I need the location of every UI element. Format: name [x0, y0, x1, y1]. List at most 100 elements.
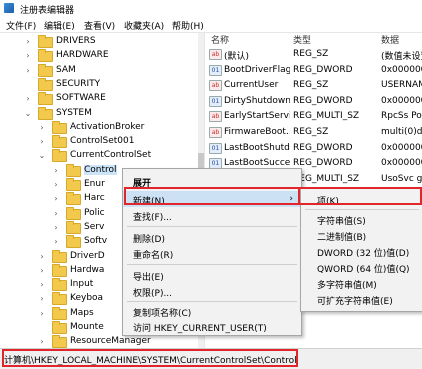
tree-node-label: Maps	[70, 307, 94, 318]
folder-icon	[52, 149, 67, 163]
value-row[interactable]: 01 BootDriverFlags REG_DWORD 0x000000	[205, 63, 422, 77]
menu-item-copy-key-name[interactable]: 复制项名称(C)	[123, 303, 301, 319]
menu-edit[interactable]: 编辑(E)	[42, 18, 77, 33]
tree-node-label: Input	[70, 279, 94, 290]
tree-node-label: SECURITY	[56, 78, 101, 89]
folder-icon	[52, 263, 67, 277]
value-data: USERNAME	[381, 80, 422, 91]
value-row[interactable]: 01DirtyShutdown...REG_DWORD 0x000000	[205, 94, 422, 108]
submenu-item-multi-string[interactable]: 多字符串值(M)	[301, 275, 422, 291]
binary-value-icon: 01	[209, 142, 222, 154]
submenu-item-dword[interactable]: DWORD (32 位)值(D)	[301, 243, 422, 259]
expand-chevron-icon[interactable]: ›	[24, 66, 32, 75]
value-type: REG_DWORD	[293, 142, 353, 153]
submenu-item-string[interactable]: 字符串值(S)	[301, 211, 422, 227]
column-data-header[interactable]: 数据	[381, 33, 399, 47]
value-row[interactable]: ab(默认) REG_SZ (数值未设置)	[205, 47, 422, 62]
menu-file[interactable]: 文件(F)	[4, 18, 38, 33]
expand-chevron-icon[interactable]: ›	[38, 309, 46, 318]
menu-help[interactable]: 帮助(H)	[170, 18, 206, 33]
tree-node-label: Harc	[84, 193, 105, 204]
value-name: LastBootSucce...	[224, 158, 290, 169]
value-type: REG_MULTI_SZ	[293, 111, 360, 122]
value-data: multi(0)dis	[381, 127, 422, 137]
value-type: REG_DWORD	[293, 158, 353, 169]
menu-bar: 文件(F) 编辑(E) 查看(V) 收藏夹(A) 帮助(H)	[0, 17, 422, 33]
regedit-icon	[4, 3, 14, 13]
tree-node-label: Serv	[84, 221, 105, 232]
menu-separator	[127, 264, 297, 265]
value-row[interactable]: abEarlyStartServi...REG_MULTI_SZ RpcSs Po…	[205, 109, 422, 123]
submenu-item-label: 多字符串值(M)	[317, 281, 377, 291]
expand-chevron-icon[interactable]: ›	[38, 294, 46, 303]
value-row[interactable]: 01LastBootShutd...REG_DWORD 0x000000	[205, 141, 422, 155]
tree-node-label: ActivationBroker	[70, 121, 145, 132]
value-type: REG_SZ	[293, 49, 329, 59]
menu-separator	[127, 301, 297, 302]
string-value-icon: ab	[209, 49, 222, 60]
value-row[interactable]: abCurrentUser REG_SZ USERNAME	[205, 78, 422, 92]
submenu-item-qword[interactable]: QWORD (64 位)值(Q)	[301, 259, 422, 275]
tree-node-label: DRIVERS	[56, 36, 96, 46]
expand-chevron-icon[interactable]: ›	[38, 337, 46, 346]
new-submenu: 项(K) 字符串值(S) 二进制值(B) DWORD (32 位)值(D) QW…	[300, 188, 422, 312]
submenu-item-binary[interactable]: 二进制值(B)	[301, 227, 422, 243]
value-data: 0x000000	[381, 64, 422, 75]
string-value-icon: ab	[209, 127, 222, 138]
collapse-chevron-icon[interactable]: ⌄	[38, 151, 46, 160]
tree-node-label: Keyboa	[70, 293, 104, 304]
string-value-icon: ab	[209, 111, 222, 123]
menu-item-rename[interactable]: 重命名(R)	[123, 245, 301, 261]
tree-node-label: Enur	[84, 179, 105, 189]
expand-chevron-icon[interactable]: ›	[52, 180, 60, 189]
expand-chevron-icon[interactable]: ›	[52, 166, 60, 175]
tree-node-label: Softv	[84, 236, 108, 247]
value-type: REG_DWORD	[293, 95, 353, 106]
expand-chevron-icon[interactable]: ›	[52, 209, 60, 218]
expand-chevron-icon[interactable]: ›	[38, 266, 46, 275]
folder-icon	[38, 49, 53, 63]
binary-value-icon: 01	[209, 64, 222, 76]
menu-item-delete[interactable]: 删除(D)	[123, 229, 301, 245]
submenu-item-label: DWORD (32 位)值(D)	[317, 249, 410, 259]
folder-icon	[66, 163, 81, 177]
menu-separator	[305, 209, 419, 210]
expand-chevron-icon[interactable]: ›	[52, 223, 60, 232]
menu-item-goto-hkcu[interactable]: 访问 HKEY_CURRENT_USER(T)	[123, 318, 301, 334]
submenu-item-label: QWORD (64 位)值(Q)	[317, 265, 410, 275]
folder-icon	[38, 92, 53, 106]
tree-node-label: ResourceManager	[70, 336, 151, 347]
folder-icon	[52, 335, 67, 348]
folder-icon	[66, 192, 81, 206]
folder-icon	[52, 292, 67, 306]
submenu-item-expandable-string[interactable]: 可扩充字符串值(E)	[301, 291, 422, 307]
expand-chevron-icon[interactable]: ›	[24, 51, 32, 60]
expand-chevron-icon[interactable]: ›	[38, 280, 46, 289]
submenu-item-label: 字符串值(S)	[317, 217, 366, 227]
menu-item-find[interactable]: 查找(F)...	[123, 207, 301, 223]
expand-chevron-icon[interactable]: ›	[24, 37, 32, 46]
tree-node-label: DriverD	[70, 250, 105, 261]
folder-icon	[66, 235, 81, 249]
folder-icon	[52, 249, 67, 263]
value-name: BootDriverFlags	[224, 64, 290, 75]
column-name-header[interactable]: 名称	[211, 33, 229, 47]
expand-chevron-icon[interactable]: ›	[24, 94, 32, 103]
menu-item-export[interactable]: 导出(E)	[123, 267, 301, 283]
menu-favorites[interactable]: 收藏夹(A)	[122, 18, 166, 33]
folder-icon	[66, 220, 81, 234]
column-type-header[interactable]: 类型	[293, 33, 311, 47]
expand-chevron-icon[interactable]: ›	[52, 194, 60, 203]
value-type: REG_SZ	[293, 127, 329, 137]
value-row[interactable]: abFirmwareBoot...REG_SZ multi(0)dis	[205, 125, 422, 139]
expand-chevron-icon[interactable]: ›	[38, 123, 46, 132]
expand-chevron-icon[interactable]: ›	[52, 237, 60, 246]
expand-chevron-icon[interactable]: ›	[38, 252, 46, 261]
tree-node-label: HARDWARE	[56, 50, 109, 61]
expand-chevron-icon[interactable]: ›	[38, 137, 46, 146]
menu-item-permissions[interactable]: 权限(P)...	[123, 283, 301, 299]
submenu-item-label: 可扩充字符串值(E)	[317, 297, 393, 307]
menu-view[interactable]: 查看(V)	[82, 18, 117, 33]
folder-icon	[52, 321, 67, 334]
collapse-chevron-icon[interactable]: ⌄	[24, 109, 32, 118]
